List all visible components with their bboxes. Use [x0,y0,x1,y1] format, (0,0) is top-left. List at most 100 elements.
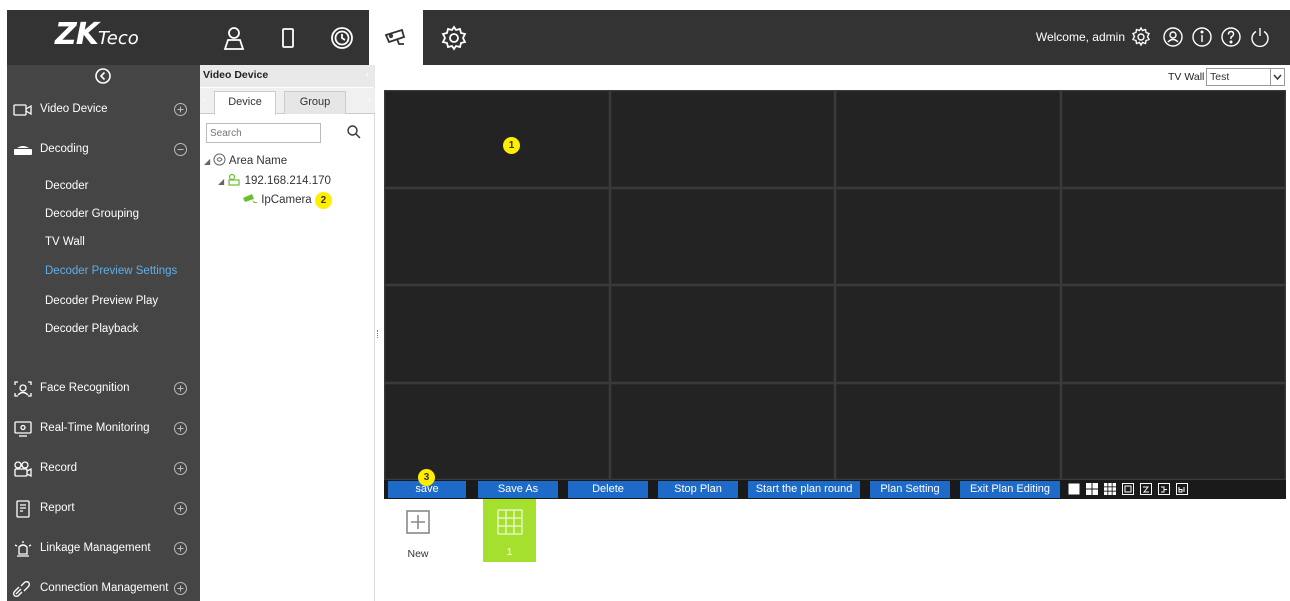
sidebar-item-decoding[interactable]: Decoding [7,135,200,165]
sidebar-item-face-recognition[interactable]: Face Recognition [7,374,200,404]
callout-badge: 3 [418,469,435,486]
tree-camera-node[interactable]: IpCamera 2 [242,192,332,209]
door-icon [282,27,294,48]
panel-splitter[interactable] [377,330,380,338]
sidebar-item-connection-management[interactable]: Connection Management [7,574,200,601]
search-input[interactable] [206,123,321,143]
sidebar-item-decoder-preview-settings[interactable]: Decoder Preview Settings [45,265,177,277]
layout-16-icon[interactable] [1122,483,1134,495]
search-icon[interactable] [346,124,362,140]
screen-cell[interactable] [1060,90,1286,188]
sidebar-item-record[interactable]: Record [7,454,200,484]
sidebar-item-decoder[interactable]: Decoder [45,180,88,192]
layout-9-icon[interactable] [1104,483,1116,495]
tree-toggle-icon[interactable]: ◢ [218,177,224,186]
screen-cell[interactable] [609,187,835,285]
screen-cell[interactable] [609,382,835,480]
sidebar-item-decoder-playback[interactable]: Decoder Playback [45,323,138,335]
video-nav-button[interactable] [369,10,423,65]
screen-cell[interactable]: 1 [384,90,610,188]
device-tabs: ‹ Device Group › [200,88,375,115]
expand-icon[interactable] [173,421,188,436]
save-as-button[interactable]: Save As [478,481,558,498]
info-button[interactable] [1191,26,1213,48]
plan-toolbar: save 3 Save As Delete Stop Plan Start th… [384,469,1286,499]
start-plan-round-button[interactable]: Start the plan round [748,481,860,498]
sidebar-item-tv-wall[interactable]: TV Wall [45,236,85,248]
layout-64-icon[interactable] [1176,483,1188,495]
layout-1-icon[interactable] [1068,483,1080,495]
expand-icon[interactable] [173,501,188,516]
tab-group[interactable]: Group [284,91,346,114]
ip-camera-icon [243,194,257,203]
collapse-icon[interactable] [173,142,188,157]
screen-cell[interactable] [384,285,610,383]
person-icon [223,26,245,50]
layout-36-icon[interactable] [1158,483,1170,495]
plan-list: New 1 [384,499,1290,601]
screen-cell[interactable] [609,285,835,383]
collapse-sidebar-icon[interactable] [94,67,112,85]
sidebar-item-report[interactable]: Report [7,494,200,524]
screen-cell[interactable] [835,90,1061,188]
sidebar-item-real-time-monitoring[interactable]: Real-Time Monitoring [7,414,200,444]
linkage-icon [14,541,32,557]
settings-button[interactable] [1130,26,1152,48]
sidebar-item-decoder-preview-play[interactable]: Decoder Preview Play [45,295,158,307]
personnel-nav-button[interactable] [207,10,261,65]
screen-cell[interactable] [835,382,1061,480]
sidebar-item-linkage-management[interactable]: Linkage Management [7,534,200,564]
screen-cell[interactable] [384,382,610,480]
exit-plan-editing-button[interactable]: Exit Plan Editing [960,481,1060,498]
access-nav-button[interactable] [261,10,315,65]
screen-cell[interactable] [1060,187,1286,285]
delete-button[interactable]: Delete [568,481,648,498]
gear-icon [441,24,467,51]
add-icon [406,510,430,534]
tree-area-node[interactable]: ◢ Area Name [204,153,287,167]
screen-cell[interactable] [1060,382,1286,480]
layout-25-icon[interactable] [1140,483,1152,495]
screen-cell[interactable] [835,187,1061,285]
connection-icon [13,581,30,597]
sidebar: Video Device Decoding Decoder Decoder Gr… [7,65,200,601]
help-button[interactable] [1220,26,1242,48]
tab-device[interactable]: Device [214,91,276,115]
layout-4-icon[interactable] [1086,483,1098,495]
screen-cell[interactable] [384,187,610,285]
sidebar-item-video-device[interactable]: Video Device [7,95,200,125]
face-icon [14,381,32,397]
tv-wall-label: TV Wall [1168,71,1205,83]
plan-setting-button[interactable]: Plan Setting [870,481,950,498]
stop-plan-button[interactable]: Stop Plan [658,481,738,498]
chevron-down-icon[interactable] [1270,69,1284,85]
expand-icon[interactable] [173,102,188,117]
welcome-text: Welcome, admin [1035,30,1125,44]
plan-item[interactable]: 1 [483,499,536,562]
attendance-nav-button[interactable] [315,10,369,65]
expand-icon[interactable] [173,541,188,556]
system-nav-button[interactable] [427,10,481,65]
sidebar-item-decoder-grouping[interactable]: Decoder Grouping [45,208,139,220]
decoder-icon [14,146,32,155]
screen-cell[interactable] [609,90,835,188]
screen-cell[interactable] [835,285,1061,383]
tree-toggle-icon[interactable]: ◢ [204,157,210,166]
expand-icon[interactable] [173,461,188,476]
expand-icon[interactable] [173,581,188,596]
user-button[interactable] [1162,26,1184,48]
collapse-panel-icon[interactable]: ‹ [366,69,369,80]
tab-scroll-right-icon[interactable]: › [368,94,371,104]
plan-grid-icon [496,509,523,535]
expand-icon[interactable] [173,381,188,396]
zkteco-logo: ZKTeco [55,17,139,52]
tree-device-node[interactable]: ◢ 192.168.214.170 [218,173,331,187]
tv-wall-select[interactable]: Test [1206,68,1285,86]
main-header: TV Wall Test [383,65,1290,90]
logout-button[interactable] [1249,26,1271,48]
new-plan-button[interactable]: New [398,509,438,560]
tab-scroll-left-icon[interactable]: ‹ [202,94,205,104]
plan-label: 1 [506,546,513,558]
screen-cell[interactable] [1060,285,1286,383]
callout-badge: 1 [503,137,520,154]
